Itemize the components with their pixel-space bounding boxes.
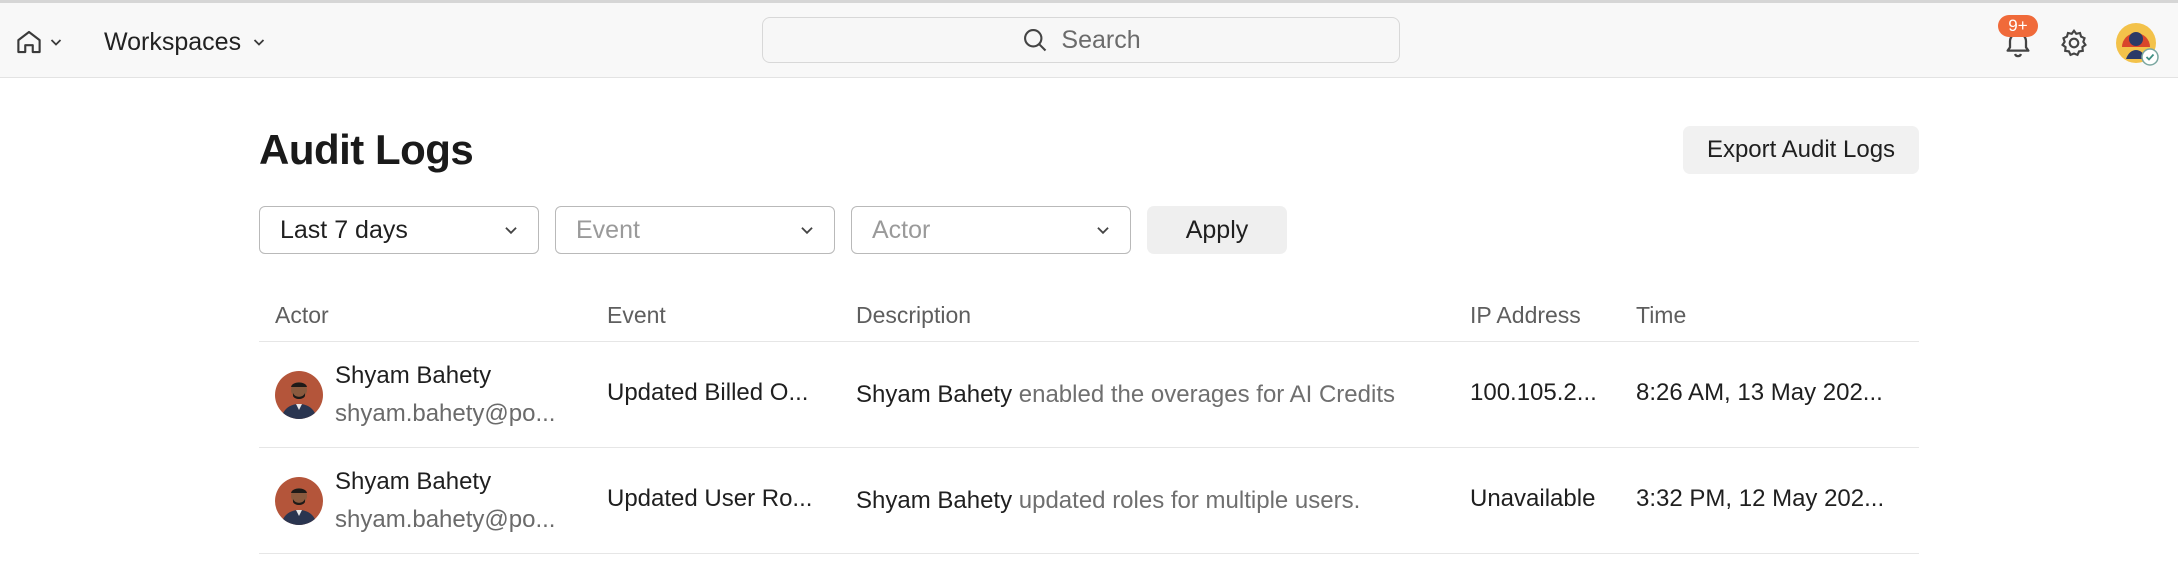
- ip-address-cell: 100.105.2...: [1470, 379, 1597, 406]
- actor-email: shyam.bahety@po...: [335, 506, 556, 533]
- table-row[interactable]: Shyam Bahety shyam.bahety@po... Updated …: [259, 342, 1919, 448]
- actor-text: Shyam Bahety shyam.bahety@po...: [335, 362, 555, 428]
- event-cell: Updated User Ro...: [607, 485, 813, 512]
- event-select[interactable]: Event: [555, 206, 835, 254]
- actor-placeholder: Actor: [872, 215, 931, 244]
- event-placeholder: Event: [576, 215, 640, 244]
- column-header-actor: Actor: [275, 302, 329, 328]
- description-action: enabled the overages for AI Credits: [1018, 381, 1395, 408]
- column-header-time: Time: [1636, 302, 1687, 328]
- home-menu-button[interactable]: [14, 25, 64, 59]
- table-row[interactable]: Shyam Bahety shyam.bahety@po... Updated …: [259, 448, 1919, 554]
- actor-avatar: [275, 477, 323, 525]
- gear-icon[interactable]: [2058, 27, 2090, 59]
- actor-email: shyam.bahety@po...: [335, 400, 556, 427]
- actor-name: Shyam Bahety: [335, 468, 492, 495]
- page-title: Audit Logs: [259, 126, 474, 173]
- description-actor: Shyam Bahety: [856, 381, 1013, 408]
- export-audit-logs-button[interactable]: Export Audit Logs: [1683, 126, 1919, 174]
- description-cell: Shyam Bahety enabled the overages for AI…: [856, 381, 1395, 409]
- description-cell: Shyam Bahety updated roles for multiple …: [856, 487, 1360, 515]
- column-header-ip-address: IP Address: [1470, 302, 1581, 328]
- date-range-select[interactable]: Last 7 days: [259, 206, 539, 254]
- chevron-down-icon: [1097, 227, 1109, 235]
- chevron-down-icon: [253, 39, 265, 46]
- actor-text: Shyam Bahety shyam.bahety@po...: [335, 468, 555, 534]
- search-icon: [1024, 29, 1047, 52]
- home-icon: [17, 30, 41, 54]
- user-avatar[interactable]: [2114, 21, 2160, 67]
- chevron-down-icon: [50, 39, 62, 46]
- date-range-value: Last 7 days: [280, 215, 408, 244]
- chevron-down-icon: [801, 227, 813, 235]
- audit-log-table: Actor Event Description IP Address Time …: [259, 290, 1919, 554]
- time-cell: 3:32 PM, 12 May 202...: [1636, 485, 1885, 512]
- notification-count-badge: 9+: [1998, 15, 2038, 37]
- event-cell: Updated Billed O...: [607, 379, 809, 406]
- workspaces-menu-button[interactable]: Workspaces: [104, 25, 267, 59]
- search-input[interactable]: Search: [762, 17, 1400, 63]
- actor-cell: Shyam Bahety shyam.bahety@po...: [275, 448, 555, 554]
- actor-name: Shyam Bahety: [335, 362, 492, 389]
- workspaces-label: Workspaces: [104, 27, 242, 56]
- apply-button[interactable]: Apply: [1147, 206, 1287, 254]
- table-header: Actor Event Description IP Address Time: [259, 290, 1919, 342]
- column-header-description: Description: [856, 302, 972, 328]
- description-action: updated roles for multiple users.: [1018, 487, 1361, 514]
- description-actor: Shyam Bahety: [856, 487, 1013, 514]
- search-placeholder: Search: [1061, 25, 1141, 54]
- actor-cell: Shyam Bahety shyam.bahety@po...: [275, 342, 555, 448]
- time-cell: 8:26 AM, 13 May 202...: [1636, 379, 1883, 406]
- top-navigation-bar: Workspaces Search 9+: [0, 0, 2178, 78]
- ip-address-cell: Unavailable: [1470, 485, 1596, 512]
- actor-select[interactable]: Actor: [851, 206, 1131, 254]
- chevron-down-icon: [505, 227, 517, 235]
- actor-avatar: [275, 371, 323, 419]
- column-header-event: Event: [607, 302, 666, 328]
